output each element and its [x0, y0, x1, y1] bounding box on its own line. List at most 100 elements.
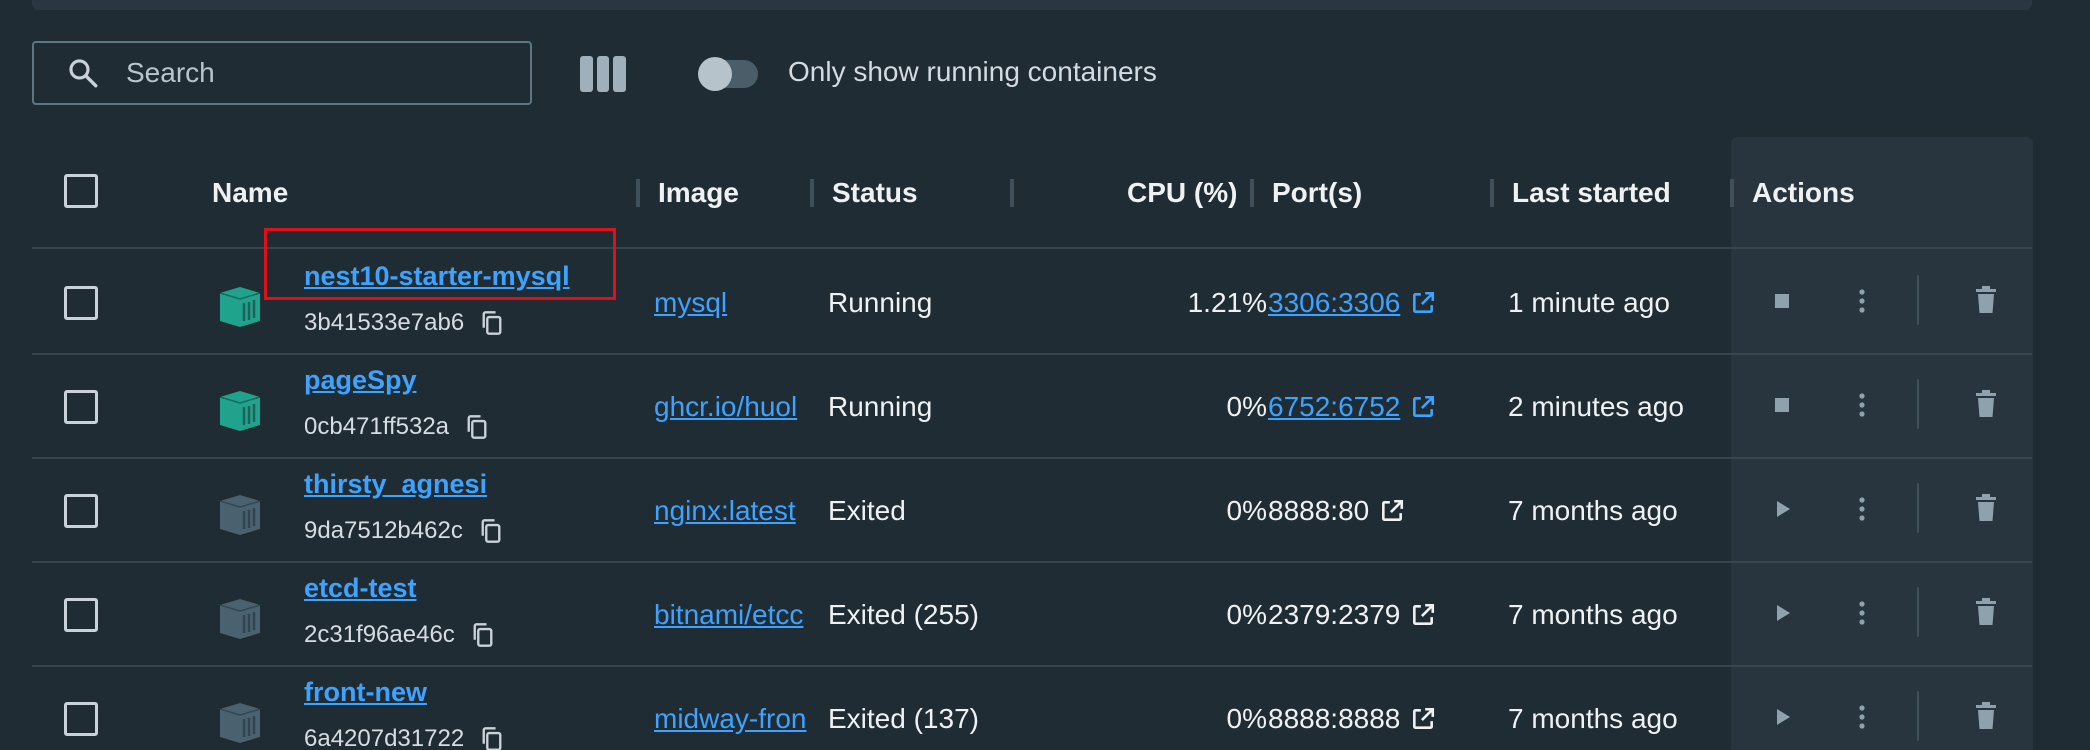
more-vert-icon[interactable] — [1848, 285, 1876, 317]
header-ports[interactable]: Port(s) — [1272, 177, 1362, 209]
port-link[interactable]: 6752:6752 — [1268, 391, 1436, 423]
port-text[interactable]: 8888:80 — [1268, 495, 1369, 527]
search-input[interactable] — [126, 57, 506, 89]
cpu-value: 1.21% — [1187, 287, 1267, 318]
column-resizer[interactable] — [1010, 179, 1014, 207]
port-text[interactable]: 6752:6752 — [1268, 391, 1400, 423]
external-link-icon[interactable] — [1410, 394, 1436, 420]
header-status[interactable]: Status — [832, 177, 918, 209]
status-text: Exited (255) — [828, 599, 979, 630]
action-divider — [1917, 691, 1919, 741]
container-id-text: 2c31f96ae46c — [304, 621, 455, 648]
column-resizer[interactable] — [1490, 179, 1494, 207]
external-link-icon[interactable] — [1410, 602, 1436, 628]
status-text: Running — [828, 287, 933, 318]
container-id: 0cb471ff532a — [304, 413, 489, 441]
cpu-value: 0% — [1226, 495, 1267, 526]
container-name-link[interactable]: etcd-test — [304, 573, 417, 604]
play-icon[interactable] — [1768, 599, 1796, 627]
column-resizer[interactable] — [636, 179, 640, 207]
cpu-value: 0% — [1226, 391, 1267, 422]
image-link[interactable]: bitnami/etcc — [654, 599, 814, 631]
container-id: 2c31f96ae46c — [304, 621, 495, 649]
cpu-value: 0% — [1226, 703, 1267, 734]
image-link[interactable]: mysql — [654, 287, 814, 319]
copy-icon[interactable] — [480, 726, 504, 750]
row-checkbox[interactable] — [64, 702, 98, 736]
port-text[interactable]: 8888:8888 — [1268, 703, 1400, 735]
copy-icon[interactable] — [480, 310, 504, 336]
container-id-text: 0cb471ff532a — [304, 413, 450, 440]
external-link-icon[interactable] — [1410, 290, 1436, 316]
table-row[interactable]: etcd-test 2c31f96ae46c bitnami/etcc Exited … — [32, 563, 2032, 667]
status-text: Exited — [828, 495, 906, 526]
status-text: Exited (137) — [828, 703, 979, 734]
port-text[interactable]: 2379:2379 — [1268, 599, 1400, 631]
table-row[interactable]: front-new 6a4207d31722 midway-fron Exited (… — [32, 667, 2032, 750]
play-icon[interactable] — [1768, 703, 1796, 731]
last-started-text: 2 minutes ago — [1508, 391, 1684, 422]
action-divider — [1917, 379, 1919, 429]
image-link[interactable]: midway-fron — [654, 703, 814, 735]
external-link-icon[interactable] — [1410, 706, 1436, 732]
row-checkbox[interactable] — [64, 390, 98, 424]
external-link-icon[interactable] — [1379, 498, 1405, 524]
port-text[interactable]: 3306:3306 — [1268, 287, 1400, 319]
column-resizer[interactable] — [1250, 179, 1254, 207]
column-resizer[interactable] — [810, 179, 814, 207]
header-image[interactable]: Image — [658, 177, 739, 209]
container-name-link[interactable]: thirsty_agnesi — [304, 469, 487, 500]
highlight-box — [264, 228, 616, 300]
image-link[interactable]: ghcr.io/huol — [654, 391, 814, 423]
columns-view-icon[interactable] — [580, 56, 627, 92]
action-divider — [1917, 275, 1919, 325]
container-icon — [219, 287, 261, 327]
more-vert-icon[interactable] — [1848, 701, 1876, 733]
more-vert-icon[interactable] — [1848, 597, 1876, 629]
row-checkbox[interactable] — [64, 494, 98, 528]
toggle-knob — [698, 57, 732, 91]
running-only-toggle[interactable] — [698, 57, 758, 91]
last-started-text: 7 months ago — [1508, 703, 1678, 734]
copy-icon[interactable] — [465, 414, 489, 440]
copy-icon[interactable] — [471, 622, 495, 648]
trash-icon[interactable] — [1972, 284, 2000, 316]
header-name[interactable]: Name — [212, 177, 288, 209]
trash-icon[interactable] — [1972, 388, 2000, 420]
stop-icon[interactable] — [1768, 391, 1796, 419]
more-vert-icon[interactable] — [1848, 389, 1876, 421]
port-link[interactable]: 8888:80 — [1268, 495, 1405, 527]
table-row[interactable]: pageSpy 0cb471ff532a ghcr.io/huol Running 0%… — [32, 355, 2032, 459]
search-box[interactable] — [32, 41, 532, 105]
port-link[interactable]: 8888:8888 — [1268, 703, 1436, 735]
play-icon[interactable] — [1768, 495, 1796, 523]
more-vert-icon[interactable] — [1848, 493, 1876, 525]
last-started-text: 1 minute ago — [1508, 287, 1670, 318]
image-link[interactable]: nginx:latest — [654, 495, 814, 527]
trash-icon[interactable] — [1972, 596, 2000, 628]
container-id: 9da7512b462c — [304, 517, 503, 545]
port-link[interactable]: 3306:3306 — [1268, 287, 1436, 319]
row-checkbox[interactable] — [64, 286, 98, 320]
action-divider — [1917, 483, 1919, 533]
cpu-value: 0% — [1226, 599, 1267, 630]
stop-icon[interactable] — [1768, 287, 1796, 315]
table-row[interactable]: thirsty_agnesi 9da7512b462c nginx:latest Ex… — [32, 459, 2032, 563]
trash-icon[interactable] — [1972, 492, 2000, 524]
column-resizer[interactable] — [1730, 179, 1734, 207]
port-link[interactable]: 2379:2379 — [1268, 599, 1436, 631]
header-last-started[interactable]: Last started — [1512, 177, 1671, 209]
select-all-checkbox[interactable] — [64, 174, 98, 208]
container-name-link[interactable]: front-new — [304, 677, 427, 708]
action-divider — [1917, 587, 1919, 637]
container-name-link[interactable]: pageSpy — [304, 365, 417, 396]
row-checkbox[interactable] — [64, 598, 98, 632]
containers-page: Only show running containers Name Image … — [0, 0, 2090, 750]
last-started-text: 7 months ago — [1508, 599, 1678, 630]
copy-icon[interactable] — [479, 518, 503, 544]
search-icon — [69, 59, 98, 88]
container-icon — [219, 599, 261, 639]
container-id-text: 6a4207d31722 — [304, 725, 465, 750]
trash-icon[interactable] — [1972, 700, 2000, 732]
header-cpu[interactable]: CPU (%) — [1127, 177, 1237, 209]
